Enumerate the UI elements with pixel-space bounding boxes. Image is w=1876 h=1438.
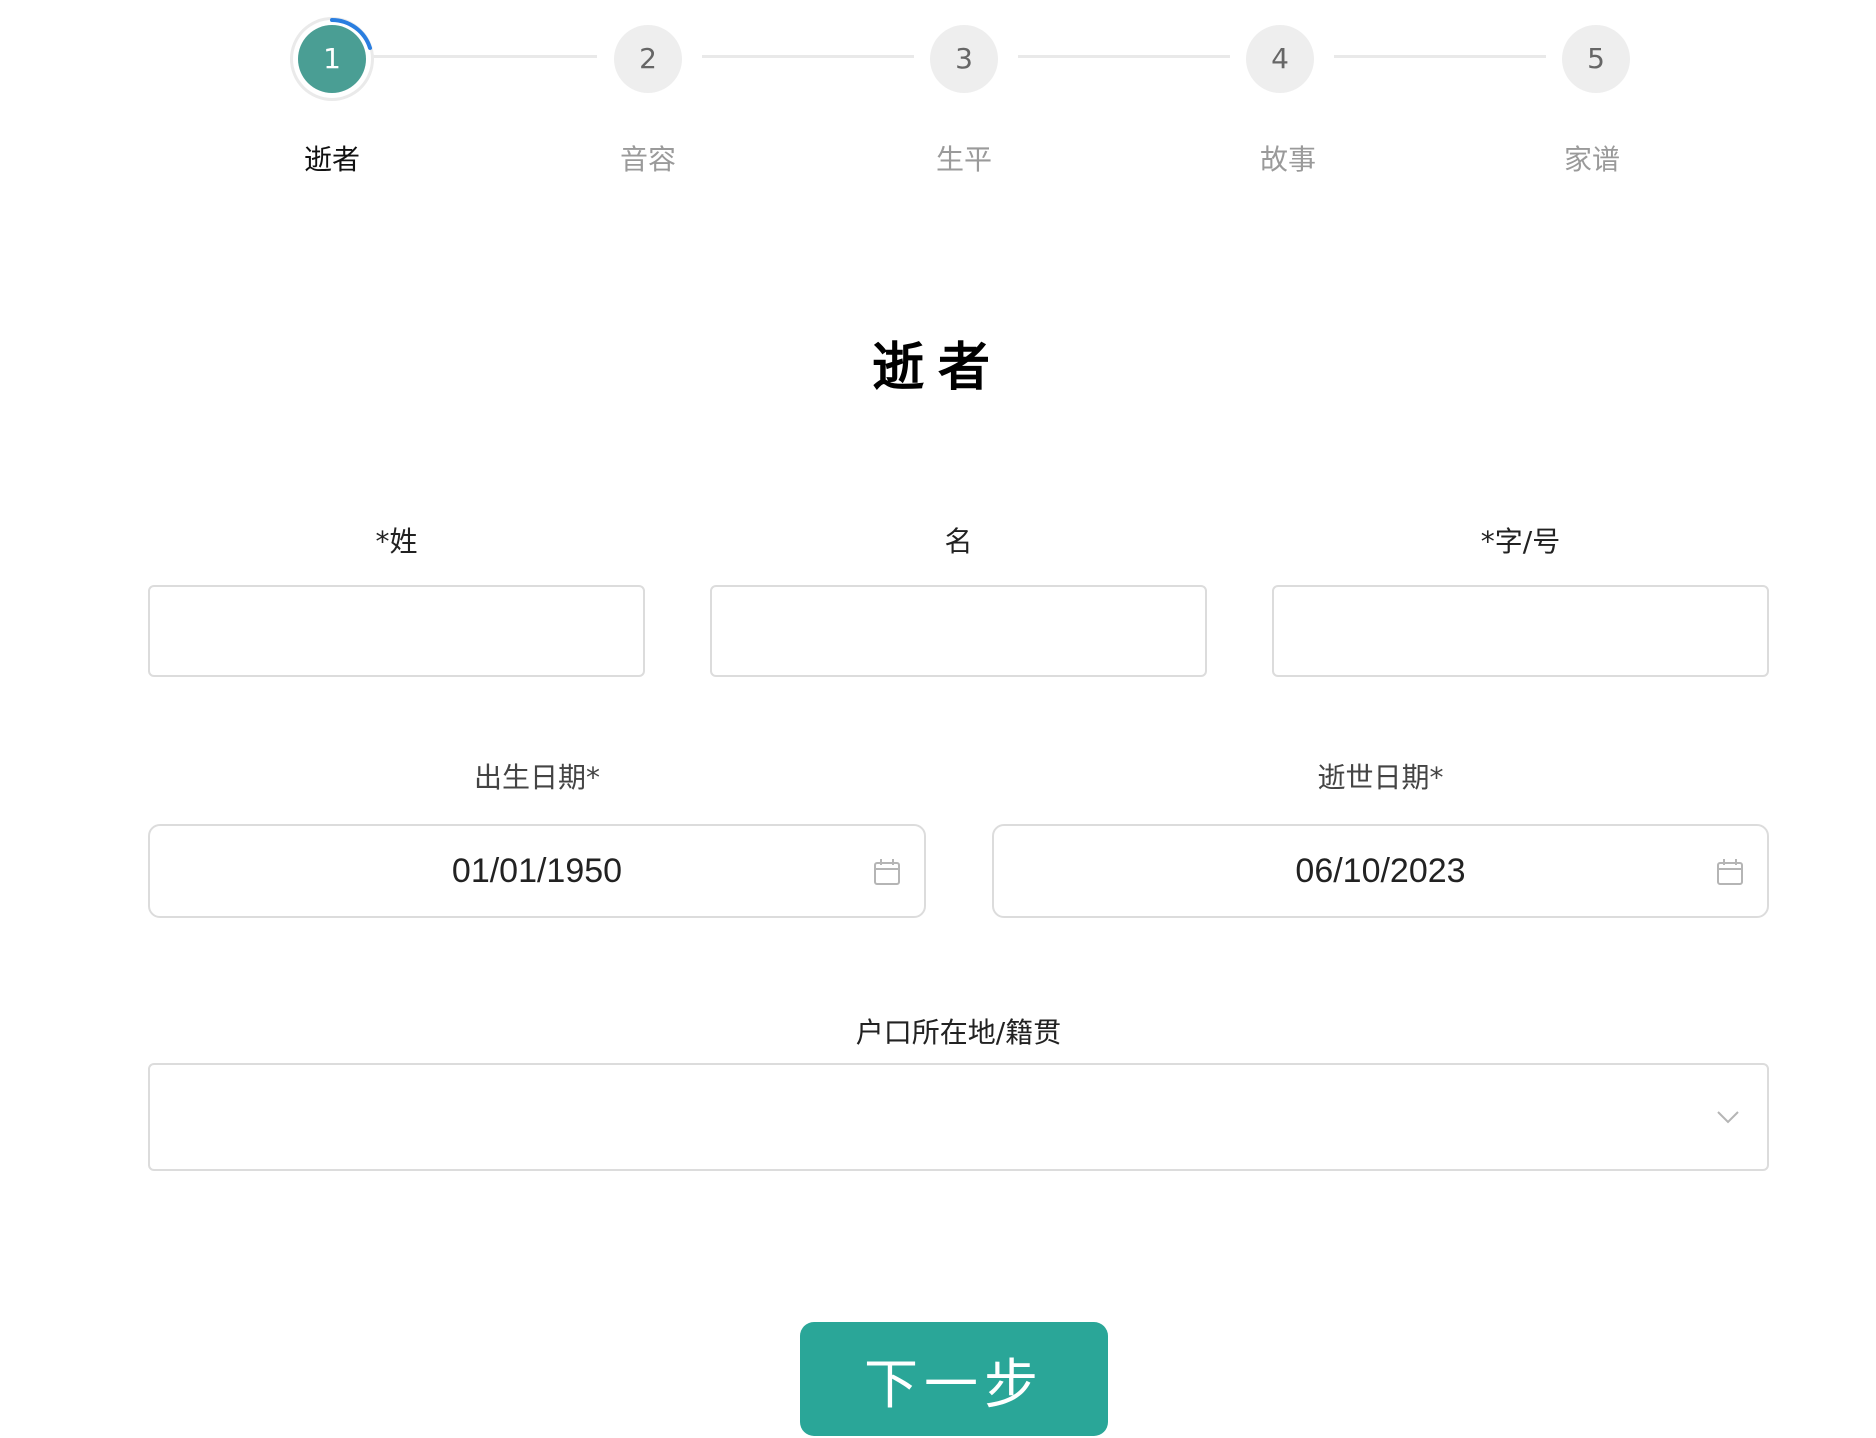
calendar-icon[interactable] bbox=[872, 857, 902, 887]
birth-date-field[interactable]: 01/01/1950 bbox=[148, 824, 926, 918]
step-4-label: 故事 bbox=[1259, 143, 1316, 176]
death-date-field[interactable]: 06/10/2023 bbox=[992, 824, 1769, 918]
step-connector bbox=[372, 55, 597, 58]
given-name-input[interactable] bbox=[710, 585, 1207, 677]
courtesy-name-input[interactable] bbox=[1272, 585, 1769, 677]
page-title: 逝者 bbox=[871, 338, 1004, 398]
hometown-select[interactable] bbox=[148, 1063, 1769, 1171]
step-5-circle[interactable]: 5 bbox=[1562, 25, 1630, 93]
step-1-label: 逝者 bbox=[303, 143, 360, 176]
step-3-label: 生平 bbox=[935, 143, 992, 176]
step-2-circle[interactable]: 2 bbox=[614, 25, 682, 93]
birth-date-label: 出生日期* bbox=[473, 761, 600, 794]
step-2-label: 音容 bbox=[619, 143, 676, 176]
chevron-down-icon[interactable] bbox=[1715, 1107, 1741, 1127]
step-connector bbox=[1018, 55, 1230, 58]
step-1-circle[interactable]: 1 bbox=[298, 25, 366, 93]
given-name-label: 名 bbox=[944, 525, 973, 558]
hometown-label: 户口所在地/籍贯 bbox=[855, 1016, 1062, 1049]
step-3-circle[interactable]: 3 bbox=[930, 25, 998, 93]
death-date-label: 逝世日期* bbox=[1317, 761, 1444, 794]
progress-stepper: 1 逝者 2 音容 3 生平 4 故事 5 家谱 bbox=[0, 0, 1876, 200]
death-date-value: 06/10/2023 bbox=[1295, 852, 1466, 890]
courtesy-name-label: *字/号 bbox=[1480, 525, 1561, 558]
step-4-circle[interactable]: 4 bbox=[1246, 25, 1314, 93]
surname-label: *姓 bbox=[375, 525, 418, 558]
next-step-button[interactable]: 下一步 bbox=[800, 1322, 1108, 1436]
step-connector bbox=[702, 55, 914, 58]
step-connector bbox=[1334, 55, 1546, 58]
surname-input[interactable] bbox=[148, 585, 645, 677]
step-5-label: 家谱 bbox=[1563, 143, 1620, 176]
birth-date-value: 01/01/1950 bbox=[451, 852, 623, 890]
calendar-icon[interactable] bbox=[1715, 857, 1745, 887]
